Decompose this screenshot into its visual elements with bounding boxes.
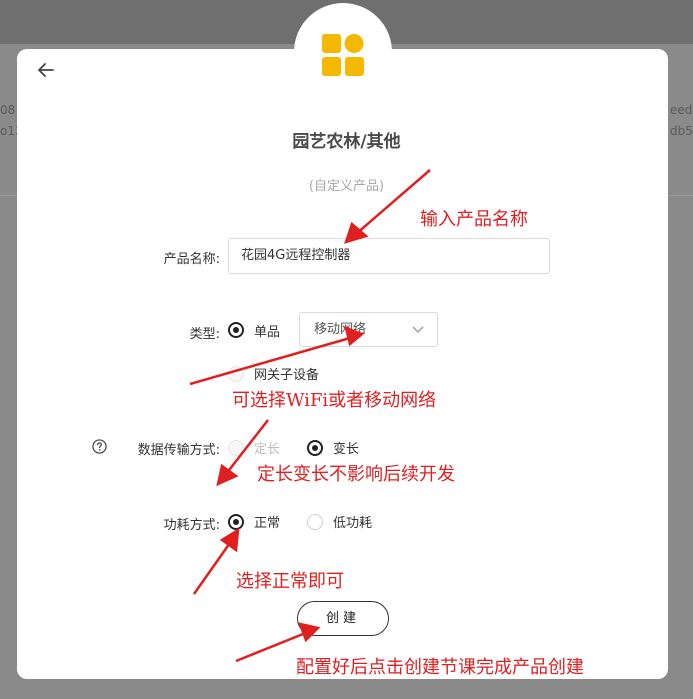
annotation-create: 配置好后点击创建节课完成产品创建	[296, 657, 584, 678]
product-name-label: 产品名称:	[163, 252, 220, 267]
power-radio-normal[interactable]	[228, 514, 244, 530]
annotation-power: 选择正常即可	[236, 571, 344, 592]
power-label: 功耗方式:	[163, 518, 220, 533]
product-name-input[interactable]: 花园4G远程控制器	[228, 238, 550, 274]
transfer-label: 数据传输方式:	[137, 443, 220, 458]
network-select-value: 移动网络	[314, 322, 367, 337]
transfer-option-fixed-label: 定长	[254, 442, 281, 457]
background-text: 08	[0, 103, 16, 117]
annotation-name: 输入产品名称	[420, 209, 528, 230]
transfer-radio-variable[interactable]	[307, 440, 323, 456]
question-circle-icon[interactable]	[92, 439, 107, 454]
type-radio-gateway[interactable]	[228, 366, 244, 382]
page-title: 园艺农林/其他	[292, 132, 401, 152]
background-text: eed	[670, 103, 693, 117]
transfer-option-variable-label: 变长	[333, 442, 360, 457]
type-option-single-label: 单品	[254, 325, 281, 340]
type-option-gateway-label: 网关子设备	[254, 368, 320, 383]
transfer-radio-fixed[interactable]	[228, 440, 244, 456]
page-subtitle: (自定义产品)	[308, 179, 385, 194]
annotation-network: 可选择WiFi或者移动网络	[232, 390, 437, 411]
grid-icon	[322, 34, 364, 76]
power-radio-low[interactable]	[307, 514, 323, 530]
type-label: 类型:	[189, 327, 220, 342]
annotation-transfer: 定长变长不影响后续开发	[257, 464, 455, 485]
chevron-down-icon	[412, 326, 424, 333]
power-option-low-label: 低功耗	[333, 516, 373, 531]
arrow-left-icon[interactable]	[36, 60, 56, 80]
create-button[interactable]: 创建	[297, 601, 389, 636]
network-select[interactable]: 移动网络	[299, 312, 438, 347]
type-radio-single[interactable]	[228, 322, 244, 338]
power-option-normal-label: 正常	[254, 516, 281, 531]
